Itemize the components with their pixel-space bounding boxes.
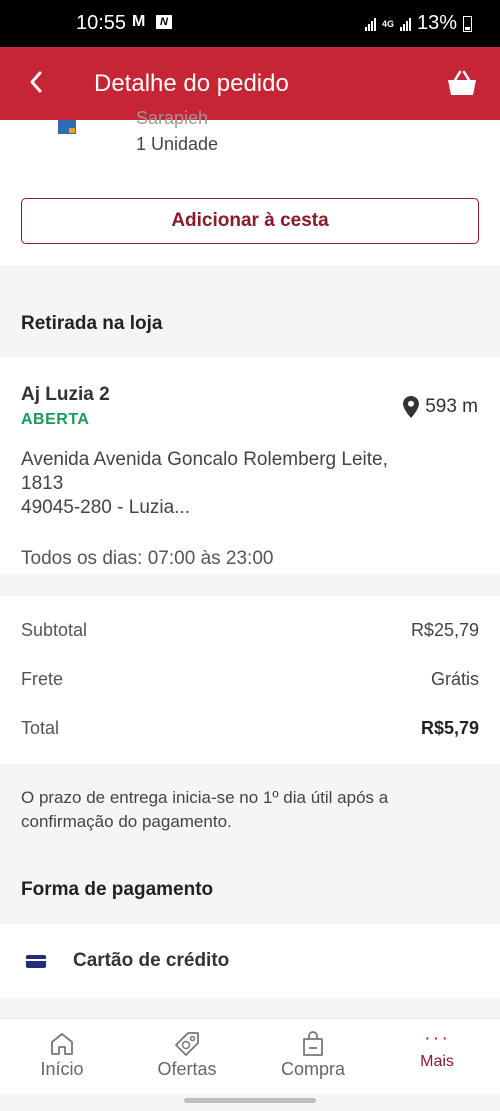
nav-item-cart[interactable]: Compra (258, 1019, 368, 1095)
basket-icon (448, 70, 476, 95)
store-distance: 593 m (403, 396, 478, 418)
total-value: R$5,79 (420, 718, 479, 738)
payment-method-label: Cartão de crédito (73, 950, 230, 971)
nav-label-more: Mais (420, 1053, 454, 1070)
wifi-signal-icon (364, 17, 376, 31)
app-notification-icon: N (156, 15, 172, 29)
product-quantity: 1 Unidade (136, 134, 219, 154)
address-line: 49045-280 - Luzia... (21, 497, 191, 518)
network-type: 4G (381, 18, 394, 29)
payment-section-title: Forma de pagamento (21, 879, 214, 900)
subtotal-value: R$25,79 (410, 620, 479, 640)
credit-card-icon (26, 955, 46, 968)
product-name: Sarapieh (136, 108, 209, 128)
tag-icon (175, 1032, 199, 1056)
home-indicator[interactable] (0, 1094, 500, 1111)
battery-percent: 13% (416, 12, 457, 34)
order-item-card: Sarapieh 1 Unidade Adicionar à cesta (0, 108, 500, 265)
page-title: Detalhe do pedido (94, 70, 289, 97)
address-line: Avenida Avenida Goncalo Rolemberg Leite, (21, 449, 388, 470)
store-address: Avenida Avenida Goncalo Rolemberg Leite,… (21, 448, 461, 520)
store-hours: Todos os dias: 07:00 às 23:00 (21, 548, 274, 569)
chevron-left-icon (30, 71, 42, 93)
add-to-basket-button[interactable]: Adicionar à cesta (21, 198, 479, 244)
nav-label-offers: Ofertas (157, 1059, 217, 1079)
home-icon (51, 1033, 73, 1055)
shipping-label: Frete (21, 669, 64, 689)
store-status-badge: ABERTA (21, 411, 90, 428)
total-label: Total (21, 718, 60, 738)
store-card: Aj Luzia 2 ABERTA 593 m Avenida Avenida … (0, 358, 500, 574)
mail-icon: M (132, 13, 146, 30)
product-image (58, 120, 76, 134)
nav-item-home[interactable]: Início (7, 1019, 117, 1095)
nav-item-offers[interactable]: Ofertas (132, 1019, 242, 1095)
basket-button[interactable] (446, 69, 478, 97)
pickup-section-title: Retirada na loja (21, 313, 163, 334)
more-dots-icon: ··· (424, 1027, 450, 1049)
distance-value: 593 m (425, 396, 478, 417)
nav-label-cart: Compra (280, 1059, 346, 1079)
status-time: 10:55 (76, 12, 127, 34)
nav-item-more[interactable]: ··· Mais (382, 1019, 492, 1095)
back-button[interactable] (26, 69, 52, 97)
store-name: Aj Luzia 2 (21, 384, 110, 405)
bottom-navigation: Início Ofertas Compra ··· Mais (0, 1018, 500, 1094)
battery-icon (463, 15, 472, 32)
app-header: Detalhe do pedido (0, 47, 500, 120)
status-indicators: 4G 13% (364, 12, 472, 35)
delivery-notice: O prazo de entrega inicia-se no 1º dia ú… (21, 788, 389, 831)
shopping-bag-icon (303, 1031, 323, 1056)
nav-label-home: Início (40, 1059, 84, 1079)
map-pin-icon (403, 396, 420, 418)
status-bar: 10:55 M N 4G 13% (0, 0, 500, 47)
shipping-value: Grátis (430, 669, 479, 689)
order-summary: Subtotal R$25,79 Frete Grátis Total R$5,… (0, 596, 500, 764)
address-line: 1813 (21, 473, 64, 494)
payment-method-card: Cartão de crédito (0, 924, 500, 998)
cell-signal-icon (399, 17, 411, 31)
subtotal-label: Subtotal (21, 620, 88, 640)
